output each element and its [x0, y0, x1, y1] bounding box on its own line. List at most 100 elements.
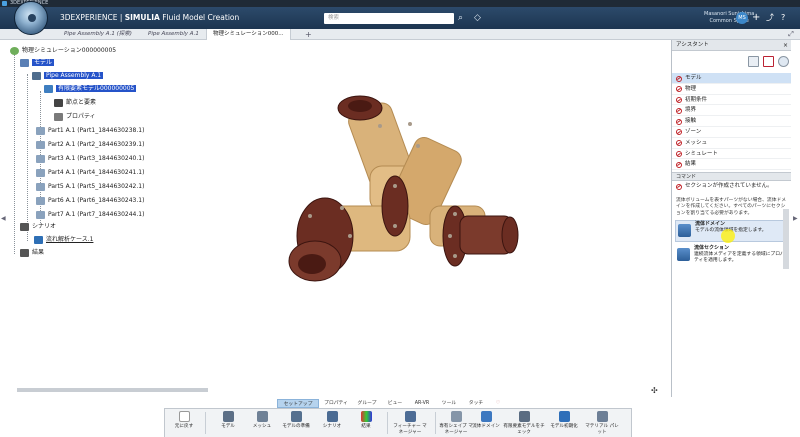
tree-part[interactable]: Part4 A.1 (Part4_1844630241.1) [36, 168, 144, 178]
mesh-button[interactable]: メッシュ [245, 411, 279, 430]
assistant-item-physics[interactable]: 物理 [672, 84, 791, 95]
action-bar: 元に戻す モデル メッシュ モデルの準備 シナリオ 結果 フィーチャー マネージ… [164, 408, 632, 437]
command-hint: 流体ボリュームを表すパーツがない場合、流体ドメインを作成してください。すべてのパ… [676, 197, 787, 216]
check-fem-icon [518, 411, 530, 422]
part-label: Part6 A.1 (Part6_1844630243.1) [48, 197, 145, 204]
favorite-heart-icon[interactable]: ♡ [491, 399, 505, 408]
tree-nodes-elements[interactable]: 節点と要素 [54, 98, 96, 108]
assistant-item-zone[interactable]: ゾーン [672, 127, 791, 138]
undo-icon [178, 411, 190, 422]
status-icon [676, 107, 682, 114]
model-init-button[interactable]: モデル初期化 [547, 411, 581, 430]
assembly-icon [32, 71, 41, 80]
command-status: セクションが作成されていません。 [672, 181, 791, 192]
tab-ar-vr[interactable]: AR-VR [409, 399, 435, 408]
flanges [288, 95, 519, 282]
tree-assembly-label: Pipe Assembly A.1 [44, 72, 104, 79]
tree-part[interactable]: Part2 A.1 (Part2_1844630239.1) [36, 140, 144, 150]
results-button[interactable]: 結果 [349, 411, 383, 430]
tree-fem-label: 有限要素モデル000000005 [56, 85, 137, 92]
alert-icon[interactable] [763, 56, 774, 67]
tree-part[interactable]: Part6 A.1 (Part6_1844630243.1) [36, 196, 144, 206]
tree-part[interactable]: Part5 A.1 (Part5_1844630242.1) [36, 182, 144, 192]
undo-button[interactable]: 元に戻す [167, 411, 201, 430]
tree-results[interactable]: 結果 [20, 248, 44, 258]
tree-results-label: 結果 [32, 249, 45, 256]
assistant-scrollbar[interactable] [783, 209, 789, 269]
add-tab-icon[interactable]: + [305, 29, 312, 40]
feature-manager-button[interactable]: フィーチャー マネージャー [391, 411, 429, 435]
assistant-item-simulate[interactable]: シミュレート [672, 149, 791, 160]
tree-horizontal-scrollbar[interactable] [17, 388, 208, 392]
tree-part[interactable]: Part7 A.1 (Part7_1844630244.1) [36, 210, 144, 220]
tree-part[interactable]: Part3 A.1 (Part3_1844630240.1) [36, 154, 144, 164]
tree-flow-case-label: 流れ解析ケース.1 [46, 236, 94, 243]
tree-fem[interactable]: 有限要素モデル000000005 [44, 84, 137, 94]
share-icon[interactable]: ⤴ [766, 12, 774, 24]
check-fem-button[interactable]: 有限要素モデルをチェック [503, 411, 545, 435]
status-icon [676, 86, 682, 93]
help-icon[interactable]: ? [781, 12, 785, 24]
compass-icon[interactable] [14, 1, 48, 35]
scenario-button[interactable]: シナリオ [315, 411, 349, 430]
flow-case-icon [34, 235, 43, 244]
model-prep-button[interactable]: モデルの準備 [279, 411, 313, 430]
assistant-item-label: シミュレート [685, 150, 718, 157]
fluid-domain-button[interactable]: 流体ドメイン [469, 411, 503, 430]
fluid-section-command[interactable]: 流体セクション 連続流体メディアを定義する領域にプロパティを適用します。 [675, 245, 788, 267]
part-label: Part1 A.1 (Part1_1844630238.1) [48, 127, 145, 134]
collapse-icon[interactable]: ⤢ [785, 29, 797, 39]
right-panel-arrow-icon[interactable]: ▶ [793, 215, 798, 222]
shape-manager-icon [450, 411, 462, 422]
assistant-panel: アシスタント × モデル 物理 初期条件 境界 接触 ゾーン メッシュ シミュレ… [671, 40, 791, 397]
part-icon [36, 126, 45, 135]
tab-tools[interactable]: ツール [437, 399, 461, 408]
settings-icon[interactable] [778, 56, 789, 67]
tag-icon[interactable]: ◇ [474, 13, 481, 23]
assistant-item-results[interactable]: 結果 [672, 159, 791, 171]
shape-manager-label: 専有シェイプ マネージャー [439, 424, 473, 435]
tab-view[interactable]: ビュー [383, 399, 407, 408]
tree-part[interactable]: Part1 A.1 (Part1_1844630238.1) [36, 126, 144, 136]
assistant-item-contact[interactable]: 接触 [672, 116, 791, 127]
tree-assembly[interactable]: Pipe Assembly A.1 [32, 71, 104, 81]
assistant-item-boundary[interactable]: 境界 [672, 105, 791, 117]
assistant-item-initial-conditions[interactable]: 初期条件 [672, 95, 791, 106]
tree-scenario[interactable]: シナリオ [20, 222, 56, 232]
assistant-item-model[interactable]: モデル [672, 73, 791, 84]
pipe-assembly-model[interactable] [280, 86, 530, 296]
tab-pipe-assembly[interactable]: Pipe Assembly A.1 [142, 29, 205, 40]
part-icon [36, 168, 45, 177]
table-view-icon[interactable] [748, 56, 759, 67]
tab-groups[interactable]: グループ [353, 399, 381, 408]
cursor-highlight [721, 229, 735, 243]
app-logo-icon [2, 1, 7, 6]
part-icon [36, 140, 45, 149]
tree-flow-case[interactable]: 流れ解析ケース.1 [34, 235, 93, 245]
tree-root[interactable]: 物理シミュレーション000000005 [10, 46, 116, 56]
tree-properties[interactable]: プロパティ [54, 112, 96, 122]
results-icon [20, 248, 29, 257]
material-palette-button[interactable]: マテリアル パレット [585, 411, 619, 435]
tab-physics-simulation[interactable]: 物理シミュレーション000... [206, 29, 291, 40]
tab-setup[interactable]: セットアップ [277, 399, 319, 408]
search-input[interactable]: 検索 [324, 13, 454, 24]
assistant-item-label: 接触 [685, 118, 697, 125]
fluid-section-icon [677, 248, 690, 262]
robot-compass-icon[interactable]: ✣ [651, 386, 658, 395]
tree-model[interactable]: モデル [20, 58, 55, 68]
model-button[interactable]: モデル [211, 411, 245, 430]
close-icon[interactable]: × [783, 40, 788, 51]
tab-properties[interactable]: プロパティ [321, 399, 351, 408]
avatar[interactable]: MS [736, 12, 748, 24]
search-icon[interactable]: ⌕ [458, 13, 468, 23]
separator [205, 412, 206, 434]
left-panel-arrow-icon[interactable]: ◀ [1, 215, 6, 222]
mesh-icon [256, 411, 268, 422]
assistant-item-mesh[interactable]: メッシュ [672, 138, 791, 149]
model-label: モデル [221, 424, 235, 429]
tab-pipe-assembly-explore[interactable]: Pipe Assembly A.1 (探索) [58, 29, 138, 40]
brand-prefix: 3DEXPERIENCE | [60, 13, 125, 22]
plus-icon[interactable]: + [752, 12, 760, 24]
tab-touch[interactable]: タッチ [463, 399, 489, 408]
